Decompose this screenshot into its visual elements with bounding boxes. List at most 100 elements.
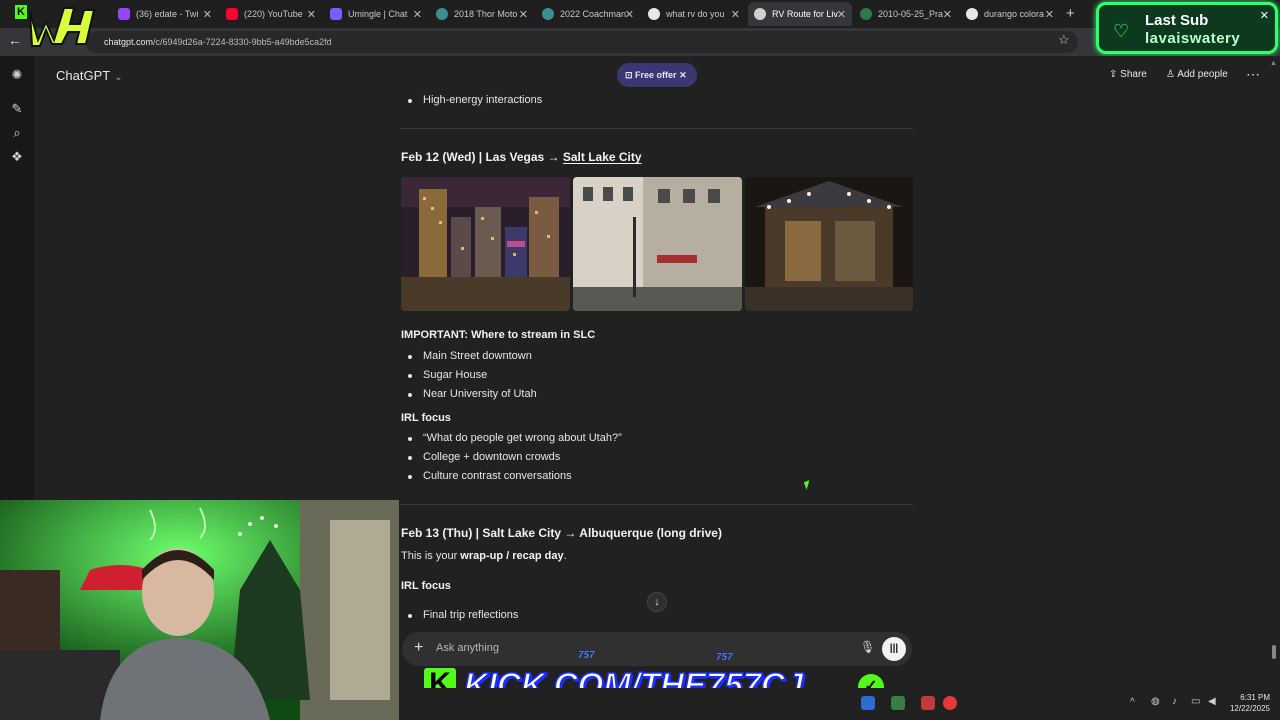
close-icon: ✕	[1259, 10, 1269, 22]
close-icon[interactable]: ✕	[943, 8, 952, 21]
building-night-photo	[745, 177, 913, 311]
close-icon[interactable]: ✕	[519, 8, 528, 21]
irl-focus-heading: IRL focus	[401, 580, 451, 592]
microphone-icon[interactable]: 🎙	[860, 640, 875, 654]
list-item: College + downtown crowds	[407, 451, 561, 463]
page-scrollbar[interactable]: ▲	[1270, 60, 1278, 660]
add-people-button[interactable]: ♙ Add people	[1166, 69, 1228, 80]
list-item: Culture contrast conversations	[408, 470, 572, 482]
tab-chatgpt-active[interactable]: RV Route for Liv ✕	[748, 2, 852, 26]
site-icon	[436, 8, 448, 20]
downtown-street-photo	[573, 177, 742, 311]
heart-icon: ♡	[1113, 21, 1130, 41]
youtube-icon	[226, 8, 238, 20]
attach-plus-icon[interactable]: +	[414, 639, 423, 657]
salt-lake-city-link[interactable]: Salt Lake City	[563, 150, 642, 164]
tab-twitch[interactable]: (36) edate - Twi ✕	[112, 2, 218, 26]
tab-google[interactable]: what rv do you ✕	[642, 2, 746, 26]
share-icon: ⇪	[1109, 69, 1121, 80]
main-street-image[interactable]	[573, 177, 742, 311]
list-item: “What do people get wrong about Utah?”	[408, 432, 622, 444]
close-icon[interactable]: ✕	[413, 8, 422, 21]
chevron-up-icon[interactable]: ^	[1130, 697, 1135, 708]
chat-header: ChatGPT ⌄ ⊡ Free offer ✕ ⇪ Share ♙ Add pe…	[34, 56, 1274, 94]
scroll-up-icon[interactable]: ▲	[1270, 60, 1277, 67]
webcam-overlay	[0, 500, 399, 720]
list-item: Final trip reflections	[407, 609, 519, 621]
close-icon[interactable]: ✕	[1045, 8, 1054, 21]
last-sub-alert: ♡ Last Sub lavaiswatery ✕	[1096, 2, 1278, 54]
new-chat-icon[interactable]: ✎	[10, 102, 24, 116]
irl-focus-heading: IRL focus	[401, 412, 451, 424]
last-sub-title: Last Sub	[1145, 12, 1209, 29]
url-field[interactable]: chatgpt.com/c/6949d26a-7224-8330-9bb5-a4…	[86, 31, 1078, 53]
list-item: Main Street downtown	[408, 350, 532, 362]
slc-skyline-image[interactable]	[401, 177, 570, 311]
share-button[interactable]: ⇪ Share	[1109, 69, 1147, 80]
chatgpt-icon	[754, 8, 766, 20]
tab-youtube[interactable]: (220) YouTube ✕	[220, 2, 322, 26]
person-icon: ♙	[1166, 69, 1178, 80]
system-clock[interactable]: 6:31 PM 12/22/2025	[1222, 692, 1270, 714]
model-selector[interactable]: ChatGPT ⌄	[56, 68, 123, 83]
scrollbar-thumb[interactable]	[1272, 645, 1276, 659]
google-icon	[966, 8, 978, 20]
last-sub-name: lavaiswatery	[1145, 30, 1241, 47]
list-item: Sugar House	[407, 369, 488, 381]
sidebar-rail: ✺ ✎ ⌕ ❖	[0, 56, 34, 502]
library-icon[interactable]: ❖	[10, 150, 24, 164]
list-item: Near University of Utah	[408, 388, 537, 400]
message-composer[interactable]: + Ask anything 🎙 |||	[402, 632, 912, 666]
new-tab-button[interactable]: +	[1066, 5, 1075, 22]
important-heading: IMPORTANT: Where to stream in SLC	[401, 329, 596, 341]
divider	[401, 128, 913, 129]
display-icon[interactable]: ▭	[1191, 696, 1200, 707]
mic-tray-icon[interactable]: ♪	[1172, 696, 1177, 707]
free-offer-badge[interactable]: ⊡ Free offer ✕	[617, 63, 697, 87]
umingle-icon	[330, 8, 342, 20]
close-icon[interactable]: ✕	[203, 8, 212, 21]
address-bar: ← chatgpt.com/c/6949d26a-7224-8330-9bb5-…	[0, 28, 1280, 56]
tab-pdf[interactable]: 2010-05-25_Pra ✕	[854, 2, 958, 26]
voice-mode-button[interactable]: |||	[882, 637, 906, 661]
google-icon	[648, 8, 660, 20]
assistant-message: High-energy interactions Feb 12 (Wed) | …	[401, 94, 913, 634]
search-icon[interactable]: ⌕	[10, 126, 24, 140]
scroll-down-button[interactable]: ↓	[647, 592, 667, 612]
divider	[401, 504, 913, 505]
close-icon[interactable]: ✕	[677, 70, 687, 80]
close-icon[interactable]: ✕	[837, 8, 846, 21]
more-options-icon[interactable]: ⋯	[1246, 66, 1260, 83]
tab-umingle[interactable]: Umingle | Chat ✕	[324, 2, 428, 26]
volume-icon[interactable]: ◀	[1208, 696, 1216, 707]
prompt-input[interactable]: Ask anything	[436, 642, 499, 654]
streamer-webcam-feed	[0, 500, 399, 720]
app-icon[interactable]	[921, 696, 935, 710]
list-item: High-energy interactions	[407, 94, 543, 106]
stream-logo-overlay: K	[12, 0, 96, 52]
close-icon[interactable]: ✕	[625, 8, 634, 21]
day-heading-feb13: Feb 13 (Thu) | Salt Lake City → Albuquer…	[401, 526, 722, 540]
network-icon[interactable]: ◍	[1151, 696, 1160, 707]
close-icon[interactable]: ✕	[731, 8, 740, 21]
tab-coachmen[interactable]: 2022 Coachman ✕	[536, 2, 640, 26]
venue-at-night-image[interactable]	[745, 177, 913, 311]
whp-logo-icon	[29, 7, 96, 47]
tab-thor[interactable]: 2018 Thor Moto ✕	[430, 2, 534, 26]
app-icon[interactable]	[891, 696, 905, 710]
bookmark-star-icon[interactable]: ☆	[1058, 32, 1070, 48]
channel-sticker: 757	[716, 652, 733, 664]
openai-logo-icon[interactable]: ✺	[10, 68, 24, 82]
city-skyline-photo	[401, 177, 570, 311]
browser-tab-strip: (36) edate - Twi ✕ (220) YouTube ✕ Umingle…	[0, 0, 1280, 28]
site-icon	[542, 8, 554, 20]
recap-paragraph: This is your wrap-up / recap day.	[401, 550, 567, 562]
close-icon[interactable]: ✕	[307, 8, 316, 21]
app-icon[interactable]	[943, 696, 957, 710]
channel-sticker: 757	[578, 650, 595, 662]
tab-durango[interactable]: durango colora ✕	[960, 2, 1060, 26]
gift-icon: ⊡	[625, 70, 636, 80]
taskbar: ^ ◍ ♪ ▭ ◀	[399, 688, 1280, 720]
day-heading-feb12: Feb 12 (Wed) | Las Vegas → Salt Lake Cit…	[401, 150, 642, 164]
app-icon[interactable]	[861, 696, 875, 710]
